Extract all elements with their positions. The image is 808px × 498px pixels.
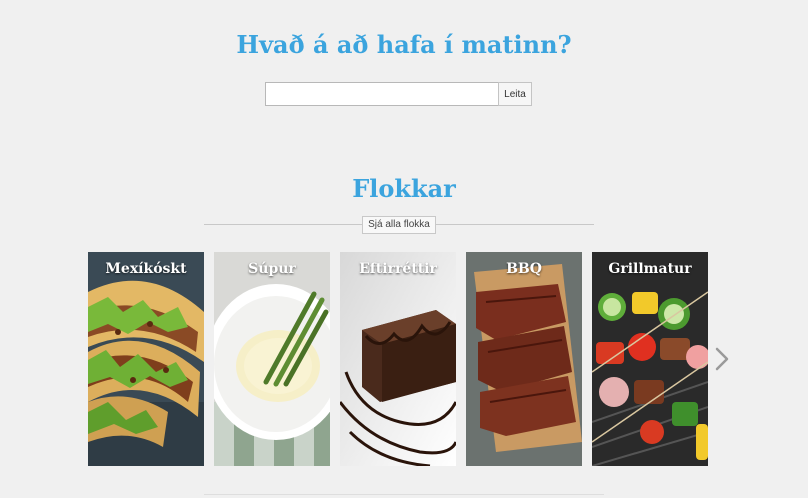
category-card-soups[interactable]: Súpur bbox=[214, 252, 330, 466]
soup-image bbox=[214, 252, 330, 466]
divider-right bbox=[436, 224, 594, 225]
chevron-right-icon bbox=[715, 347, 729, 371]
category-carousel: Mexíkóskt Súpur Eftirréttir BBQ Grillmat… bbox=[88, 252, 712, 466]
dessert-image bbox=[340, 252, 456, 466]
category-label: Súpur bbox=[248, 261, 296, 277]
bottom-divider bbox=[204, 494, 604, 495]
search-button[interactable]: Leita bbox=[498, 82, 532, 106]
category-label: Mexíkóskt bbox=[105, 261, 187, 277]
divider-left bbox=[204, 224, 362, 225]
category-card-bbq[interactable]: BBQ bbox=[466, 252, 582, 466]
category-label: Eftirréttir bbox=[359, 261, 437, 277]
page-title: Hvað á að hafa í matinn? bbox=[236, 30, 572, 59]
bbq-ribs-image bbox=[466, 252, 582, 466]
grilled-skewers-image bbox=[592, 252, 708, 466]
see-all-categories-button[interactable]: Sjá alla flokka bbox=[362, 216, 436, 234]
carousel-next-button[interactable] bbox=[712, 344, 732, 374]
search-form: Leita bbox=[265, 82, 532, 106]
category-label: Grillmatur bbox=[608, 261, 692, 277]
categories-title: Flokkar bbox=[352, 174, 456, 203]
search-input[interactable] bbox=[265, 82, 499, 106]
category-card-mexican[interactable]: Mexíkóskt bbox=[88, 252, 204, 466]
category-label: BBQ bbox=[506, 261, 542, 277]
tacos-image bbox=[88, 252, 204, 466]
category-card-grill[interactable]: Grillmatur bbox=[592, 252, 708, 466]
category-card-desserts[interactable]: Eftirréttir bbox=[340, 252, 456, 466]
